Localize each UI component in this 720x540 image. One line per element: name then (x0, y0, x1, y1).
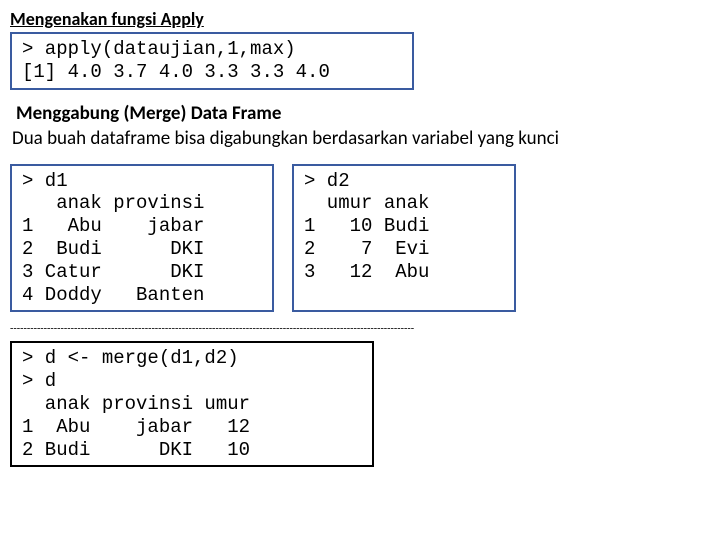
heading-apply: Mengenakan fungsi Apply (10, 8, 710, 30)
body-merge-desc: Dua buah dataframe bisa digabungkan berd… (12, 127, 710, 150)
row-dataframes: > d1 anak provinsi 1 Abu jabar 2 Budi DK… (10, 164, 710, 313)
heading-merge: Menggabung (Merge) Data Frame (16, 102, 710, 125)
code-apply: > apply(dataujian,1,max) [1] 4.0 3.7 4.0… (10, 32, 414, 90)
separator-dashes: ----------------------------------------… (10, 322, 710, 335)
code-d2: > d2 umur anak 1 10 Budi 2 7 Evi 3 12 Ab… (292, 164, 516, 313)
code-merge: > d <- merge(d1,d2) > d anak provinsi um… (10, 341, 374, 467)
code-d1: > d1 anak provinsi 1 Abu jabar 2 Budi DK… (10, 164, 274, 313)
